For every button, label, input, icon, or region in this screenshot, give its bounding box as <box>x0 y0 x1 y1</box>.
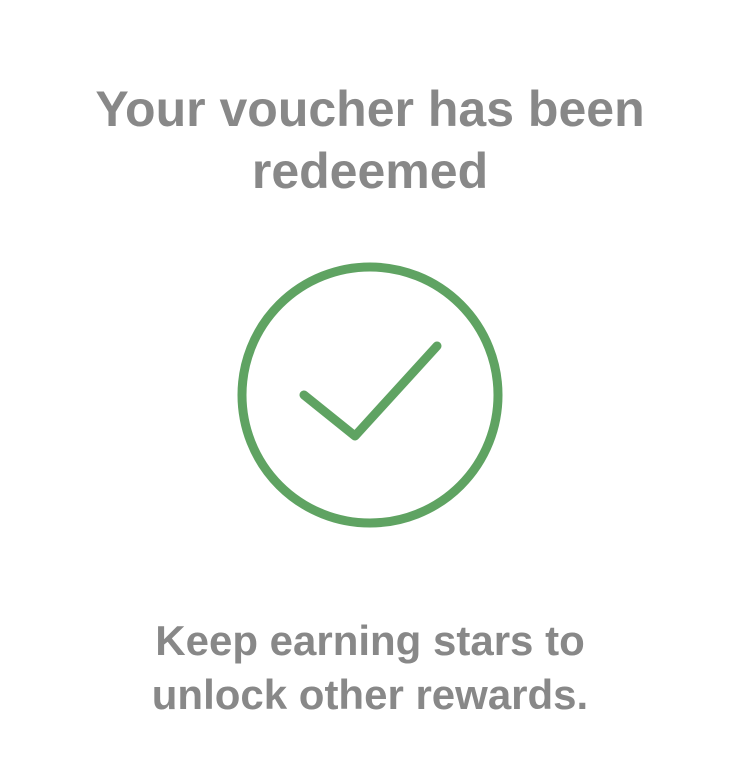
rewards-message-line-1: Keep earning stars to <box>155 617 585 664</box>
rewards-message-line-2: unlock other rewards. <box>151 671 589 718</box>
check-circle-icon <box>237 262 503 528</box>
page-title-line-1: Your voucher has been <box>95 81 645 137</box>
page-title-line-2: redeemed <box>251 143 489 199</box>
page-title: Your voucher has been redeemed <box>0 78 740 202</box>
check-mark-icon <box>299 341 442 441</box>
rewards-message: Keep earning stars to unlock other rewar… <box>0 614 740 722</box>
circle-outline <box>237 262 503 528</box>
voucher-redeemed-screen: Your voucher has been redeemed Keep earn… <box>0 0 740 774</box>
